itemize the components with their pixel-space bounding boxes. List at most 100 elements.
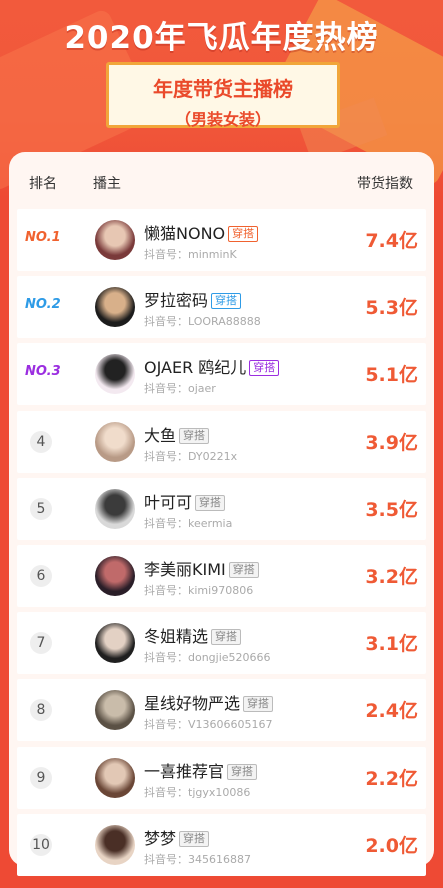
table-row[interactable]: 7 冬姐精选 穿搭抖音号：dongjie520666 3.1亿 [17,612,426,675]
host-name[interactable]: 罗拉密码 穿搭 [144,287,242,311]
douyin-id: 抖音号：dongjie520666 [144,649,271,665]
table-header: 排名 播主 带货指数 [9,152,434,206]
host-name-text: 梦梦 [144,828,177,848]
rank-number: 4 [30,430,52,453]
sales-index-value: 2.2亿 [365,767,418,790]
table-row[interactable]: 10 梦梦 穿搭抖音号：345616887 2.0亿 [17,813,426,876]
category-subtitle: （男装女装） [174,110,271,129]
rank-number: 5 [30,497,52,520]
category-badge: 年度带货主播榜 （男装女装） [106,62,340,129]
douyin-id-value: kimi970806 [188,584,254,597]
category-title: 年度带货主播榜 [153,77,293,101]
category-tag: 穿搭 [179,830,210,847]
douyin-id: 抖音号：V13606605167 [144,716,273,732]
table-row[interactable]: 5 叶可可 穿搭 抖音号：keermia 3.5亿 [17,477,426,540]
sales-index-value: 2.0亿 [365,834,418,857]
sales-index-value: 2.4亿 [365,700,418,723]
host-name[interactable]: 一喜推荐官 穿搭 [144,758,258,782]
table-row[interactable]: NO.3 OJAER 鸥纪儿 穿搭抖音号：ojaer 5.1亿 [17,343,426,406]
avatar[interactable] [95,287,135,328]
douyin-id-value: 345616887 [188,852,251,866]
host-name-text: 一喜推荐官 [144,761,225,781]
douyin-id-label: 抖音号： [144,315,188,329]
host-name[interactable]: OJAER 鸥纪儿 穿搭 [144,354,280,378]
douyin-id-value: dongjie520666 [188,651,271,665]
host-name[interactable]: 李美丽KIMI 穿搭 [144,556,259,580]
douyin-id: 抖音号：keermia [144,515,232,531]
rank-number: 8 [30,699,52,722]
douyin-id: 抖音号：345616887 [144,851,251,867]
rank-number: 6 [30,565,52,587]
category-tag: 穿搭 [195,494,226,511]
douyin-id-label: 抖音号： [144,852,188,866]
host-name-text: 冬姐精选 [144,627,209,647]
sales-index-value: 7.4亿 [365,230,418,252]
douyin-id-value: V13606605167 [188,718,273,732]
avatar[interactable] [95,220,135,260]
douyin-id: 抖音号：ojaer [144,380,216,396]
rank-badge: NO.2 [25,297,61,313]
douyin-id-label: 抖音号： [144,651,188,665]
category-tag: 穿搭 [227,763,258,780]
douyin-id-label: 抖音号： [144,248,188,261]
category-tag: 穿搭 [179,427,210,444]
douyin-id: 抖音号：DY0221x [144,448,237,464]
sales-index-value: 5.1亿 [365,364,418,387]
host-name[interactable]: 懒猫NONO 穿搭 [144,220,259,244]
host-name[interactable]: 大鱼 穿搭 [144,422,210,446]
header-index: 带货指数 [357,176,413,192]
douyin-id-label: 抖音号： [144,449,188,463]
douyin-id-value: ojaer [188,382,216,396]
table-row[interactable]: 9 一喜推荐官 穿搭抖音号：tjgyx10086 2.2亿 [17,746,426,809]
avatar[interactable] [95,623,135,664]
sales-index-value: 3.1亿 [365,633,418,656]
douyin-id-value: keermia [188,516,233,530]
host-name-text: 叶可可 [144,492,193,512]
table-row[interactable]: 8 星线好物严选 穿搭抖音号：V13606605167 2.4亿 [17,679,426,742]
sales-index-value: 5.3亿 [365,297,418,320]
host-name-text: 懒猫NONO [144,224,226,243]
sales-index-value: 3.2亿 [365,566,418,588]
table-row[interactable]: NO.2 罗拉密码 穿搭抖音号：LOORA88888 5.3亿 [17,276,426,339]
rank-number: 9 [30,766,52,789]
avatar[interactable] [95,757,135,798]
douyin-id-value: DY0221x [188,449,238,463]
avatar[interactable] [95,421,135,462]
table-row[interactable]: 6 李美丽KIMI 穿搭抖音号：kimi970806 3.2亿 [17,545,426,607]
douyin-id-label: 抖音号： [144,718,188,732]
douyin-id-value: LOORA88888 [188,315,261,329]
rank-number: 10 [30,833,52,856]
avatar[interactable] [95,690,135,731]
douyin-id-label: 抖音号： [144,785,188,799]
category-tag: 穿搭 [243,696,274,713]
douyin-id: 抖音号：tjgyx10086 [144,784,250,800]
header-rank: 排名 [29,176,57,192]
host-name-text: 大鱼 [144,425,177,445]
douyin-id: 抖音号：minminK [144,246,237,262]
rank-badge: NO.3 [25,364,61,380]
avatar[interactable] [95,824,135,865]
douyin-id-value: tjgyx10086 [188,785,251,799]
host-name-text: 李美丽KIMI [144,560,226,579]
category-tag: 穿搭 [228,226,259,242]
host-name-text: 星线好物严选 [144,694,241,714]
avatar[interactable] [95,556,135,596]
douyin-id: 抖音号：kimi970806 [144,582,253,598]
rank-badge: NO.1 [25,230,61,245]
host-name[interactable]: 梦梦 穿搭 [144,825,210,849]
host-name[interactable]: 星线好物严选 穿搭 [144,690,274,714]
host-name[interactable]: 冬姐精选 穿搭 [144,623,242,647]
host-name-text: OJAER 鸥纪儿 [144,358,247,378]
rank-number: 7 [30,632,52,655]
avatar[interactable] [95,488,135,529]
douyin-id-value: minminK [188,248,237,261]
table-row[interactable]: 4 大鱼 穿搭 抖音号：DY0221x 3.9亿 [17,410,426,473]
host-name[interactable]: 叶可可 穿搭 [144,489,226,513]
douyin-id-label: 抖音号： [144,584,188,597]
category-tag: 穿搭 [249,360,280,377]
category-tag: 穿搭 [228,562,259,578]
douyin-id: 抖音号：LOORA88888 [144,313,261,329]
table-row[interactable]: NO.1 懒猫NONO 穿搭抖音号：minminK 7.4亿 [17,209,426,271]
ranking-card: 排名 播主 带货指数 NO.1 懒猫NONO 穿搭 抖音号：minminK 7.4亿 NO… [9,152,434,876]
avatar[interactable] [95,354,135,395]
